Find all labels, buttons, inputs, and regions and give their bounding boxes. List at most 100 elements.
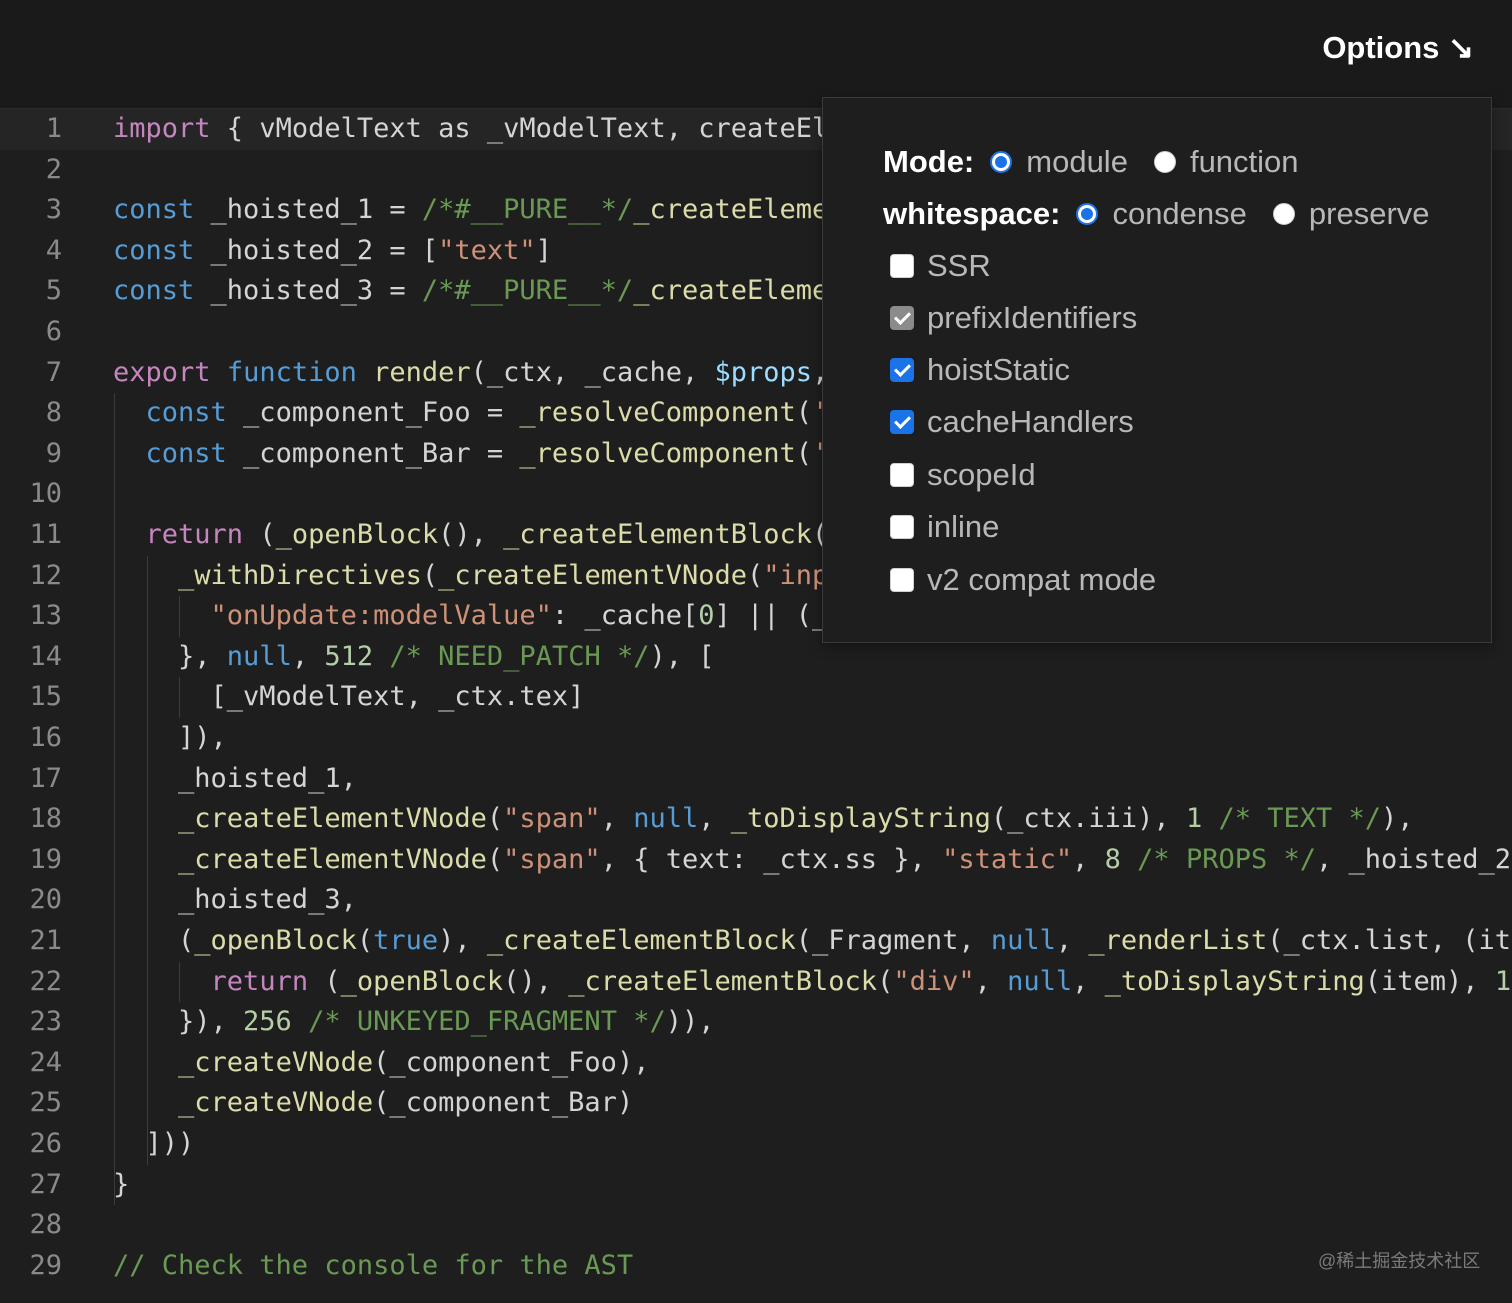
mode-row: Mode: module function (883, 140, 1325, 184)
line-number: 11 (29, 519, 62, 550)
code-text[interactable]: import { vModelText as _vModelText, crea… (113, 109, 877, 150)
hoist-static-label: hoistStatic (927, 352, 1071, 387)
v2-compat-label: v2 compat mode (927, 562, 1157, 597)
code-line[interactable]: 22 return (_openBlock(), _createElementB… (0, 962, 1512, 1003)
indent-guide (114, 393, 115, 1206)
code-text[interactable]: export function render(_ctx, _cache, $pr… (113, 353, 828, 394)
code-text[interactable]: } (113, 1165, 129, 1206)
line-number: 23 (29, 1006, 62, 1038)
code-text[interactable]: const _hoisted_2 = ["text"] (113, 231, 552, 272)
line-number: 27 (29, 1168, 62, 1200)
code-text[interactable]: _hoisted_1, (113, 759, 357, 800)
code-line[interactable]: 24 _createVNode(_component_Foo), (0, 1043, 1512, 1084)
code-text[interactable]: _withDirectives(_createElementVNode("inp (113, 556, 828, 597)
code-text[interactable]: // Check the console for the AST (113, 1246, 633, 1287)
indent-guide (179, 677, 180, 718)
option-cache-handlers[interactable]: cacheHandlers (890, 400, 1134, 444)
line-number: 25 (29, 1087, 62, 1119)
line-number: 2 (45, 153, 62, 185)
code-line[interactable]: 21 (_openBlock(true), _createElementBloc… (0, 921, 1512, 962)
code-line[interactable]: 29 // Check the console for the AST (0, 1246, 1512, 1287)
code-line[interactable]: 26 ])) (0, 1124, 1512, 1165)
mode-module-label[interactable]: module (1026, 144, 1128, 180)
ssr-checkbox[interactable] (890, 254, 914, 278)
option-ssr[interactable]: SSR (890, 244, 991, 288)
options-toggle-button[interactable]: Options ↘ (1322, 30, 1474, 66)
line-number: 16 (29, 722, 62, 753)
indent-guide (179, 596, 180, 637)
whitespace-label: whitespace: (883, 196, 1061, 231)
line-number: 3 (45, 194, 62, 226)
code-text[interactable]: const _hoisted_3 = /*#__PURE__*/_createE… (113, 271, 877, 312)
mode-function-radio[interactable] (1153, 151, 1176, 173)
code-text[interactable]: const _hoisted_1 = /*#__PURE__*/_createE… (113, 190, 877, 231)
scope-id-label: scopeId (927, 457, 1036, 492)
option-inline[interactable]: inline (890, 505, 999, 549)
line-number: 9 (45, 437, 62, 469)
line-number: 8 (45, 397, 62, 429)
line-number: 7 (45, 356, 62, 388)
line-number: 6 (45, 316, 62, 347)
code-line[interactable]: 15 [_vModelText, _ctx.tex] (0, 677, 1512, 718)
code-line[interactable]: 28 (0, 1205, 1512, 1246)
code-line[interactable]: 18 _createElementVNode("span", null, _to… (0, 799, 1512, 840)
mode-module-radio[interactable] (990, 151, 1013, 173)
code-text[interactable]: (_openBlock(true), _createElementBlock(_… (113, 921, 1511, 962)
code-line[interactable]: 19 _createElementVNode("span", { text: _… (0, 840, 1512, 881)
scope-id-checkbox[interactable] (890, 463, 914, 487)
code-line[interactable]: 27} (0, 1165, 1512, 1206)
cache-handlers-checkbox[interactable] (890, 410, 914, 434)
whitespace-preserve-label[interactable]: preserve (1309, 196, 1430, 232)
code-text[interactable]: _createVNode(_component_Foo), (113, 1043, 649, 1084)
line-number: 4 (45, 234, 62, 266)
inline-label: inline (927, 509, 1000, 544)
line-number: 29 (29, 1249, 62, 1281)
watermark: @稀土掘金技术社区 (1318, 1251, 1481, 1271)
code-line[interactable]: 17 _hoisted_1, (0, 759, 1512, 800)
code-line[interactable]: 25 _createVNode(_component_Bar) (0, 1083, 1512, 1124)
code-line[interactable]: 16 ]), (0, 718, 1512, 759)
option-hoist-static[interactable]: hoistStatic (890, 348, 1070, 392)
mode-function-label[interactable]: function (1190, 144, 1299, 180)
code-text[interactable]: const _component_Bar = _resolveComponent… (113, 434, 829, 475)
code-text[interactable]: ]), (113, 718, 227, 759)
prefix-identifiers-checkbox[interactable] (890, 306, 914, 330)
code-text[interactable]: const _component_Foo = _resolveComponent… (113, 393, 829, 434)
code-line[interactable]: 23 }), 256 /* UNKEYED_FRAGMENT */)), (0, 1002, 1512, 1043)
whitespace-condense-radio[interactable] (1076, 203, 1099, 225)
hoist-static-checkbox[interactable] (890, 358, 914, 382)
options-panel: Mode: module function whitespace: conden… (822, 97, 1492, 643)
ssr-label: SSR (927, 248, 991, 283)
code-text[interactable]: return (_openBlock(), _createElementBloc… (113, 515, 829, 556)
line-number: 22 (29, 965, 62, 997)
option-prefix-identifiers[interactable]: prefixIdentifiers (890, 296, 1137, 340)
line-number: 14 (29, 640, 62, 672)
indent-guide (179, 961, 180, 1003)
mode-label: Mode: (883, 144, 975, 179)
code-text[interactable]: }, null, 512 /* NEED_PATCH */), [ (113, 637, 715, 678)
option-scope-id[interactable]: scopeId (890, 453, 1036, 497)
line-number: 28 (29, 1209, 62, 1241)
whitespace-condense-label[interactable]: condense (1112, 196, 1246, 232)
code-text[interactable]: [_vModelText, _ctx.tex] (113, 677, 585, 718)
code-text[interactable]: _hoisted_3, (113, 880, 357, 921)
line-number: 21 (29, 925, 62, 956)
code-text[interactable]: ])) (113, 1124, 195, 1165)
line-number: 17 (29, 762, 62, 794)
line-number: 10 (29, 478, 62, 510)
whitespace-preserve-radio[interactable] (1272, 203, 1295, 225)
code-text[interactable]: "onUpdate:modelValue": _cache[0] || (_ (113, 596, 829, 637)
code-text[interactable]: _createElementVNode("span", { text: _ctx… (113, 840, 1511, 881)
line-number: 13 (29, 600, 62, 632)
whitespace-row: whitespace: condense preserve (883, 192, 1456, 236)
code-text[interactable]: _createElementVNode("span", null, _toDis… (113, 799, 1414, 840)
line-number: 12 (29, 559, 62, 591)
code-text[interactable]: }), 256 /* UNKEYED_FRAGMENT */)), (113, 1002, 714, 1043)
code-text[interactable]: return (_openBlock(), _createElementBloc… (113, 962, 1512, 1003)
v2-compat-checkbox[interactable] (890, 568, 914, 592)
prefix-identifiers-label: prefixIdentifiers (927, 300, 1138, 335)
inline-checkbox[interactable] (890, 515, 914, 539)
option-v2-compat[interactable]: v2 compat mode (890, 558, 1156, 602)
code-line[interactable]: 20 _hoisted_3, (0, 880, 1512, 921)
code-text[interactable]: _createVNode(_component_Bar) (113, 1083, 633, 1124)
